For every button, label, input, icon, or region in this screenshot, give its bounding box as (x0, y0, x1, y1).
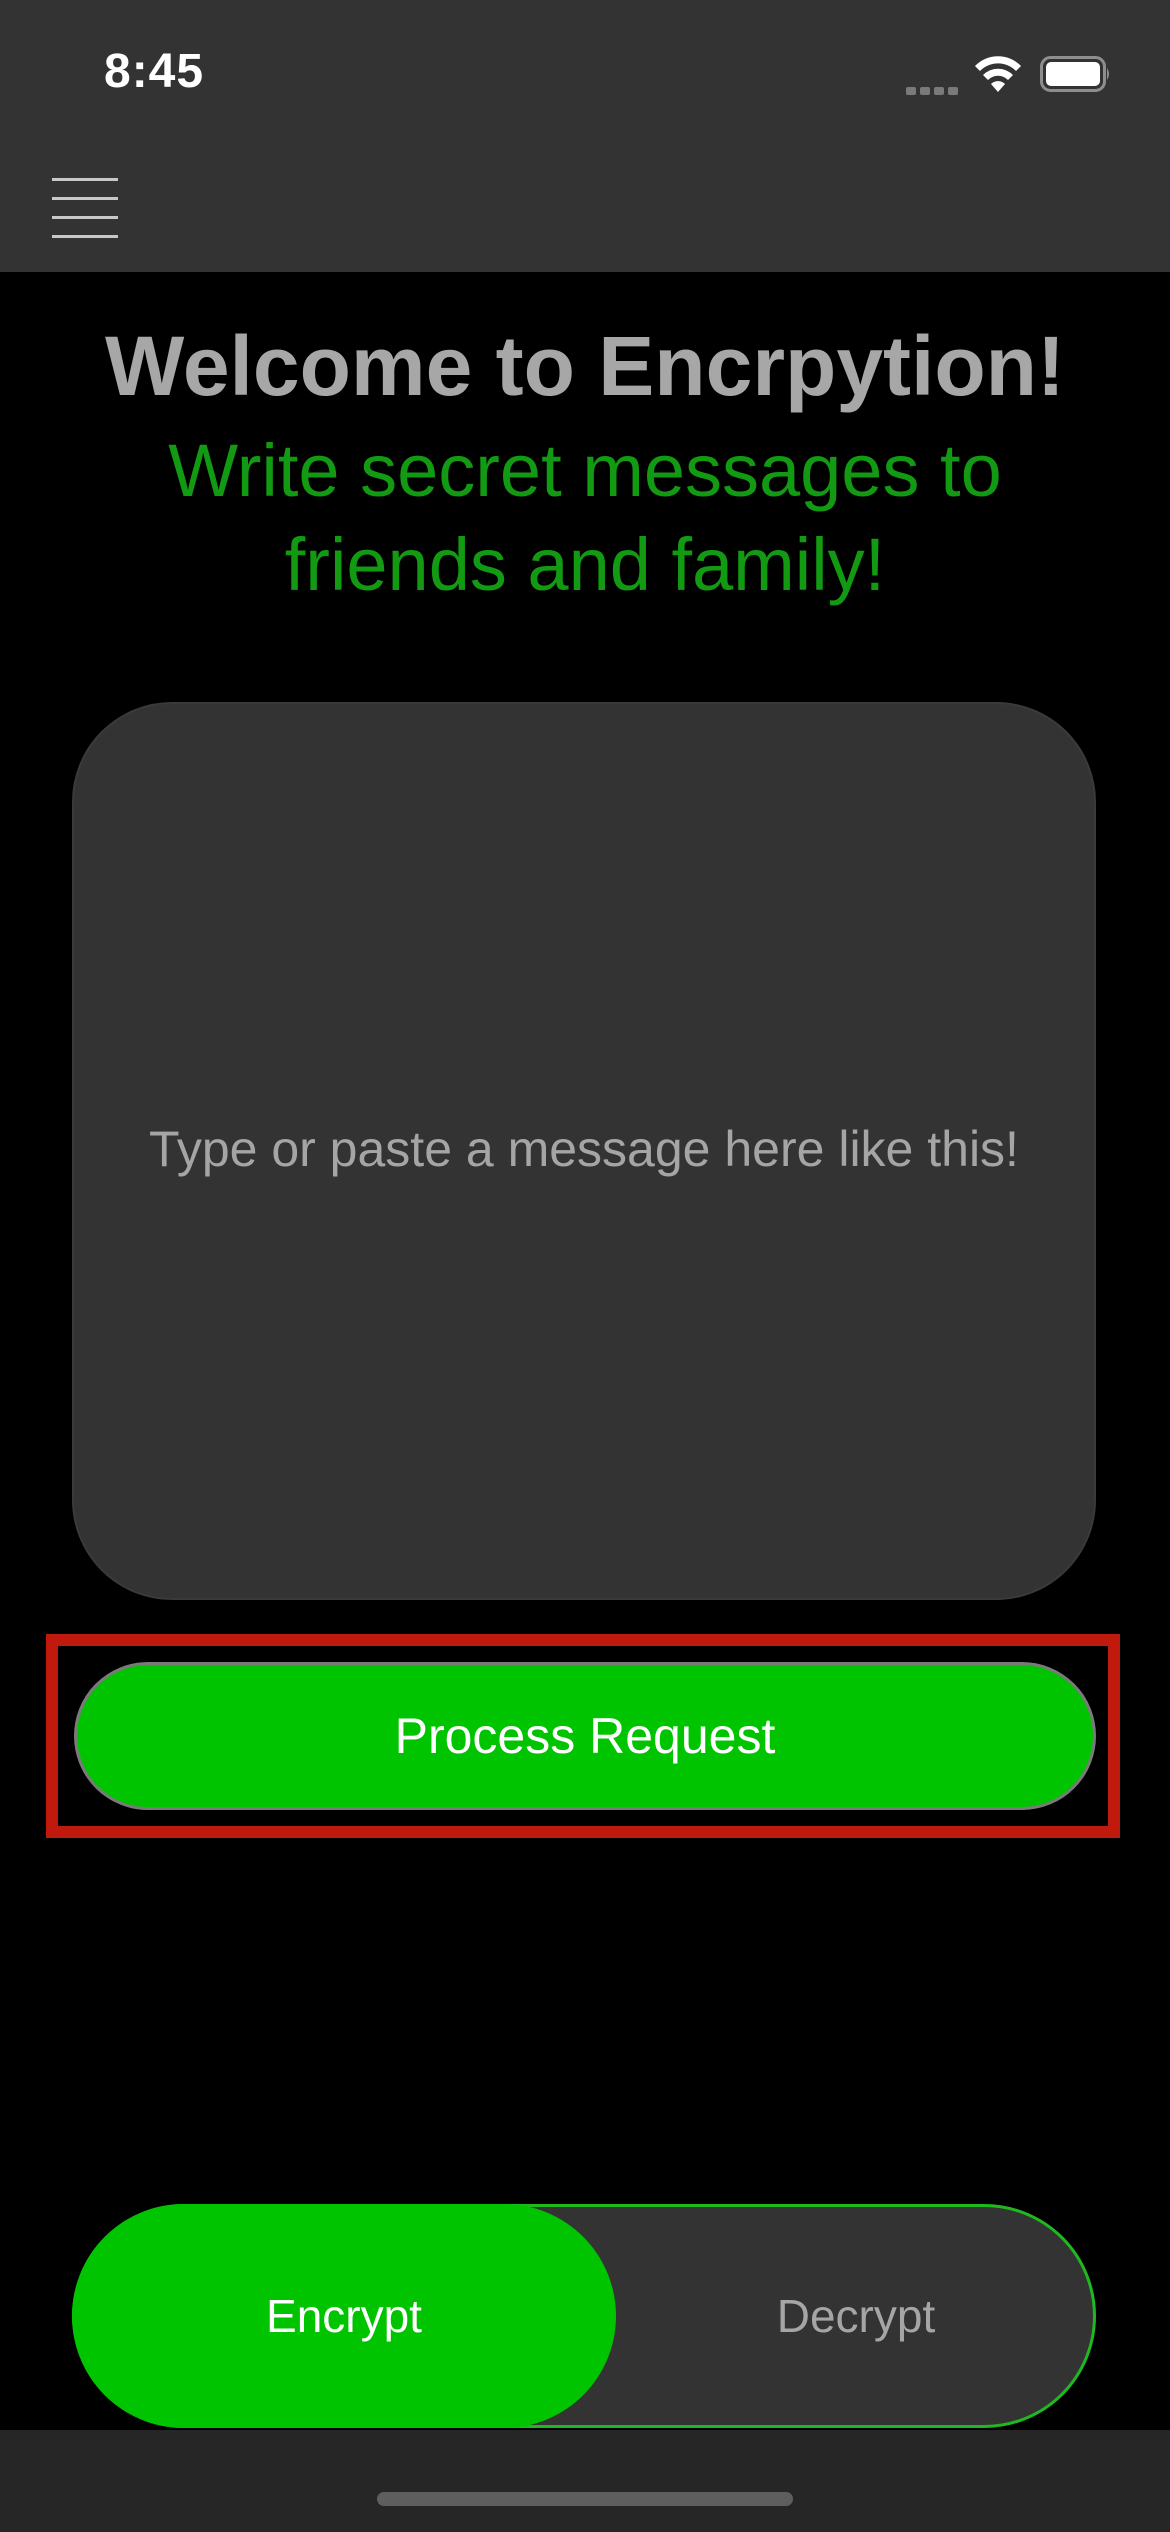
home-indicator[interactable] (377, 2492, 793, 2506)
page-subtitle: Write secret messages to friends and fam… (168, 429, 1002, 606)
encrypt-decrypt-toggle: Encrypt Decrypt (72, 2204, 1096, 2428)
navigation-bar (0, 150, 1170, 272)
process-request-button[interactable]: Process Request (74, 1662, 1096, 1810)
hamburger-menu-icon[interactable] (52, 178, 118, 238)
cellular-signal-icon (906, 82, 962, 95)
bottom-bar (0, 2430, 1170, 2532)
message-box (72, 702, 1096, 1600)
battery-icon (1040, 56, 1109, 92)
wifi-icon (975, 56, 1021, 92)
status-time: 8:45 (104, 45, 205, 98)
message-input[interactable] (74, 704, 1094, 1598)
decrypt-option[interactable]: Decrypt (616, 2204, 1096, 2428)
status-bar: 8:45 (0, 0, 1170, 150)
encrypt-option[interactable]: Encrypt (72, 2204, 616, 2428)
page-title: Welcome to Encrpytion! (105, 319, 1065, 413)
